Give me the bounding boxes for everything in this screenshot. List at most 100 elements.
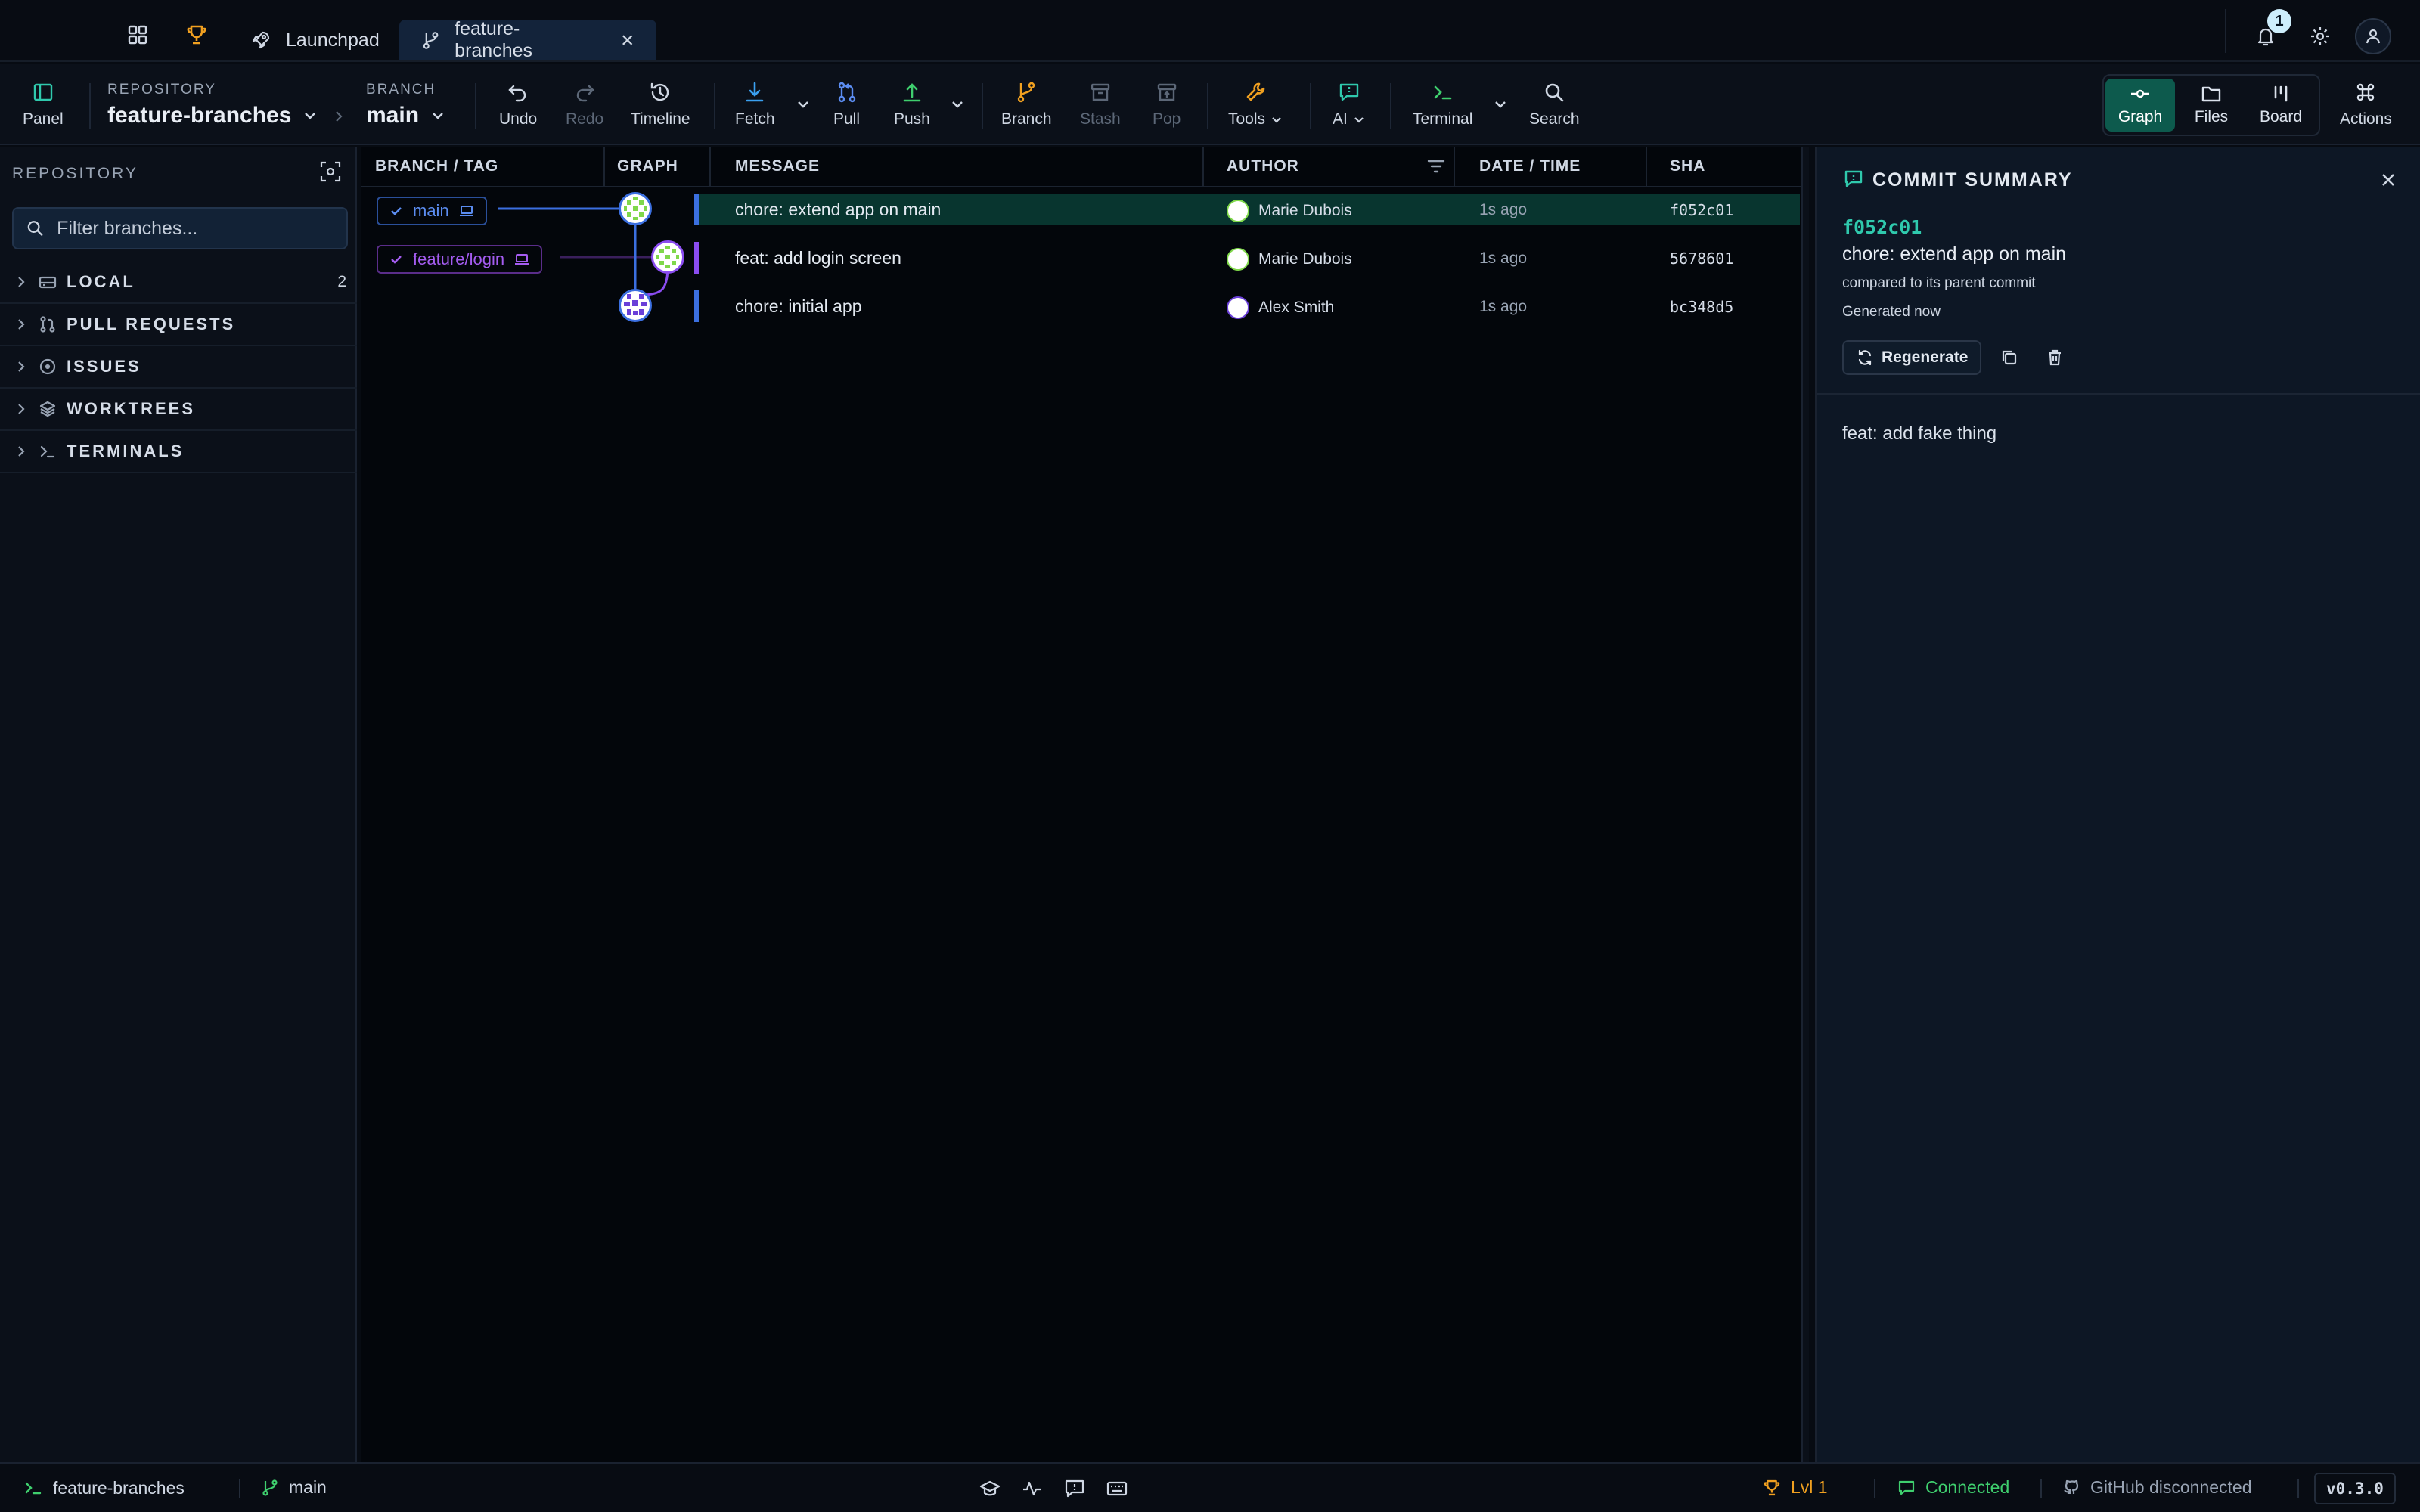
push-dropdown-icon[interactable] (948, 95, 966, 113)
commit-summary-panel: COMMIT SUMMARY f052c01 chore: extend app… (1815, 147, 2420, 1462)
close-icon[interactable] (2378, 169, 2399, 191)
undo-label: Undo (499, 110, 538, 128)
repository-label: REPOSITORY (107, 82, 216, 98)
table-row[interactable]: main chore: extend app on main Marie Dub… (361, 189, 1809, 228)
view-graph[interactable]: Graph (2105, 79, 2175, 132)
status-connection[interactable]: Connected (1897, 1477, 2009, 1498)
column-divider[interactable] (709, 147, 711, 186)
column-branch-tag[interactable]: BRANCH / TAG (375, 147, 498, 186)
redo-button[interactable]: Redo (566, 80, 603, 129)
table-row[interactable]: chore: initial app Alex Smith 1s ago bc3… (361, 286, 1809, 325)
branch-selector[interactable]: main (366, 103, 446, 129)
column-graph[interactable]: GRAPH (617, 147, 678, 186)
commit-time: 1s ago (1479, 298, 1528, 315)
column-divider[interactable] (1646, 147, 1647, 186)
terminal-button[interactable]: Terminal (1413, 80, 1472, 129)
focus-icon[interactable] (318, 159, 343, 184)
user-icon (2366, 29, 2381, 44)
sidebar-section-terminals[interactable]: TERMINALS (0, 431, 357, 473)
commit-message: chore: initial app (735, 296, 862, 316)
branch-chip-main[interactable]: main (377, 197, 487, 225)
column-sha[interactable]: SHA (1670, 147, 1705, 186)
summary-sha[interactable]: f052c01 (1842, 216, 1922, 238)
activity-icon[interactable] (1021, 1477, 1044, 1500)
check-icon (391, 256, 402, 264)
table-row[interactable]: feature/login feat: add login screen Mar… (361, 237, 1809, 277)
filter-icon[interactable] (1426, 157, 1446, 175)
branch-chip-feature-login[interactable]: feature/login (377, 245, 543, 274)
fetch-dropdown-icon[interactable] (794, 95, 812, 113)
close-icon[interactable] (619, 32, 635, 48)
graduation-cap-icon[interactable] (979, 1477, 1001, 1500)
status-branch[interactable]: main (260, 1477, 327, 1498)
search-button[interactable]: Search (1529, 80, 1580, 129)
ai-label-wrap: AI (1333, 110, 1366, 129)
settings-button[interactable] (2302, 18, 2338, 54)
fetch-button[interactable]: Fetch (735, 80, 775, 129)
chat-icon (1898, 1480, 1915, 1495)
search-label: Search (1529, 110, 1580, 128)
column-divider[interactable] (1202, 147, 1204, 186)
trophy-icon[interactable] (185, 23, 209, 47)
column-message[interactable]: MESSAGE (735, 147, 820, 186)
tab-launchpad[interactable]: Launchpad (228, 20, 401, 60)
actions-button[interactable]: Actions (2340, 80, 2392, 129)
branch-button[interactable]: Branch (1001, 80, 1052, 129)
view-files[interactable]: Files (2176, 79, 2246, 132)
scrollbar[interactable] (1801, 147, 1809, 1462)
wrench-icon (1246, 82, 1264, 101)
avatar-button[interactable] (2355, 18, 2391, 54)
ai-label: AI (1333, 110, 1348, 128)
folder-icon (2201, 86, 2221, 102)
pull-icon (838, 82, 855, 103)
keyboard-icon[interactable] (1106, 1477, 1128, 1500)
timeline-button[interactable]: Timeline (631, 80, 690, 129)
delete-button[interactable] (2042, 345, 2068, 370)
status-repo[interactable]: feature-branches (23, 1477, 185, 1498)
regenerate-button[interactable]: Regenerate (1842, 340, 1982, 375)
branch-label-btn: Branch (1001, 110, 1052, 128)
repository-name: feature-branches (107, 103, 292, 128)
repository-selector[interactable]: feature-branches (107, 103, 318, 129)
status-divider (2040, 1479, 2042, 1498)
filter-branches-input[interactable] (57, 217, 334, 240)
archive-icon (1091, 83, 1110, 101)
status-divider (1874, 1479, 1876, 1498)
tab-feature-branches[interactable]: feature-branches (399, 18, 656, 61)
status-level[interactable]: Lvl 1 (1762, 1477, 1828, 1498)
summary-compared: compared to its parent commit (1842, 275, 2036, 291)
ai-button[interactable]: AI (1333, 80, 1366, 129)
copy-icon (2002, 350, 2017, 365)
undo-button[interactable]: Undo (499, 80, 537, 129)
column-date-time[interactable]: DATE / TIME (1479, 147, 1581, 186)
issue-icon (39, 358, 56, 375)
download-icon (746, 82, 764, 102)
sidebar-section-label: WORKTREES (67, 399, 195, 418)
avatar (1227, 296, 1249, 319)
sidebar-section-pull-requests[interactable]: PULL REQUESTS (0, 304, 357, 346)
branch-icon (423, 32, 439, 49)
tools-button[interactable]: Tools (1228, 80, 1283, 129)
view-board[interactable]: Board (2246, 79, 2316, 132)
column-divider[interactable] (1454, 147, 1455, 186)
tools-label: Tools (1228, 110, 1266, 128)
sidebar-section-local[interactable]: LOCAL 2 (0, 262, 357, 304)
stash-button[interactable]: Stash (1080, 80, 1121, 129)
tabbar-divider (2225, 9, 2226, 53)
sidebar-section-issues[interactable]: ISSUES (0, 346, 357, 389)
status-github[interactable]: GitHub disconnected (2062, 1477, 2252, 1498)
sidebar-section-worktrees[interactable]: WORKTREES (0, 389, 357, 431)
column-author[interactable]: AUTHOR (1227, 147, 1299, 186)
filter-branches-field[interactable] (12, 207, 348, 249)
pull-button[interactable]: Pull (833, 80, 860, 129)
copy-button[interactable] (1996, 345, 2022, 370)
panel-button[interactable]: Panel (23, 80, 64, 129)
pop-button[interactable]: Pop (1153, 80, 1181, 129)
summary-message: chore: extend app on main (1842, 243, 2067, 265)
column-divider[interactable] (603, 147, 605, 186)
push-button[interactable]: Push (894, 80, 930, 129)
grid-icon[interactable] (126, 23, 150, 47)
terminal-label: Terminal (1413, 110, 1473, 128)
feedback-icon[interactable] (1063, 1477, 1086, 1500)
terminal-dropdown-icon[interactable] (1491, 95, 1509, 113)
